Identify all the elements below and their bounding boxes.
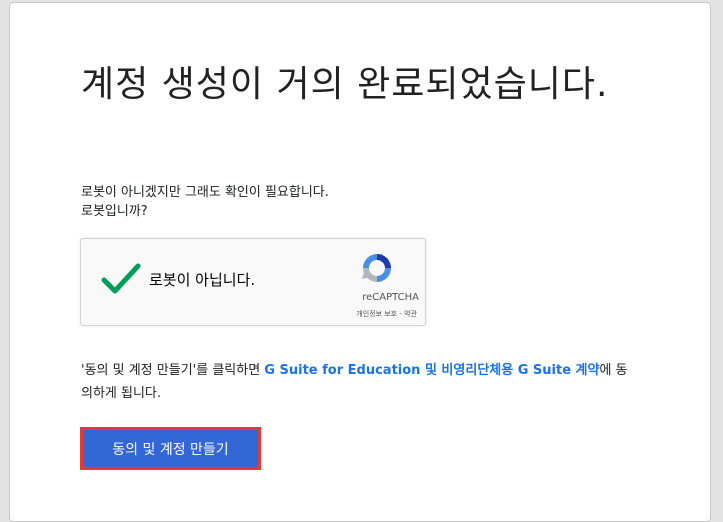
page-title: 계정 생성이 거의 완료되었습니다.	[81, 64, 609, 105]
recaptcha-terms-link[interactable]: 약관	[404, 310, 417, 318]
signup-card: 계정 생성이 거의 완료되었습니다. 로봇이 아니겠지만 그래도 확인이 필요합…	[9, 2, 711, 522]
recaptcha-label[interactable]: 로봇이 아닙니다.	[149, 269, 255, 290]
recaptcha-widget[interactable]: 로봇이 아닙니다. reCAPTCHA 개인정보 보호 - 약관	[80, 238, 426, 326]
recaptcha-logo-icon	[357, 250, 397, 286]
robot-check-text: 로봇이 아니겠지만 그래도 확인이 필요합니다. 로봇입니까?	[81, 183, 329, 221]
agree-create-account-button[interactable]: 동의 및 계정 만들기	[83, 430, 258, 467]
recaptcha-brand: reCAPTCHA	[362, 292, 419, 303]
recaptcha-privacy-link[interactable]: 개인정보 보호	[356, 310, 397, 318]
terms-notice: '동의 및 계정 만들기'를 클릭하면 G Suite for Educatio…	[81, 359, 631, 405]
robot-check-line-2: 로봇입니까?	[81, 204, 148, 219]
recaptcha-links: 개인정보 보호 - 약관	[356, 309, 417, 319]
terms-prefix: '동의 및 계정 만들기'를 클릭하면	[81, 363, 265, 378]
gsuite-agreement-link[interactable]: G Suite for Education 및 비영리단체용 G Suite 계…	[264, 363, 599, 378]
robot-check-line-1: 로봇이 아니겠지만 그래도 확인이 필요합니다.	[81, 185, 329, 200]
checkmark-icon[interactable]	[101, 261, 141, 297]
